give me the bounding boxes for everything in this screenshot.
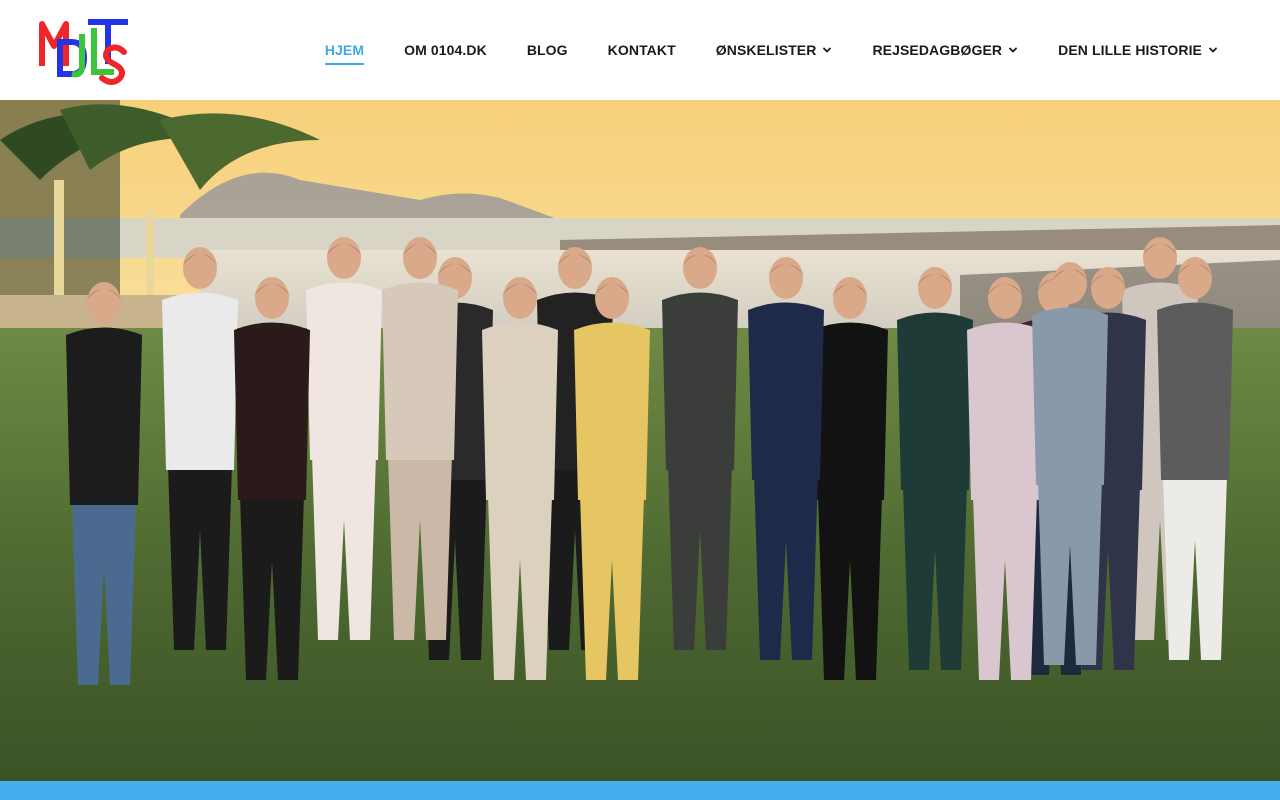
chevron-down-icon	[1208, 45, 1218, 55]
chevron-down-icon	[822, 45, 832, 55]
chevron-down-icon	[1008, 45, 1018, 55]
nav-item-blog[interactable]: BLOG	[527, 42, 568, 58]
bottom-accent-bar	[0, 781, 1280, 800]
hero-image	[0, 100, 1280, 781]
nav-item-kontakt[interactable]: KONTAKT	[608, 42, 676, 58]
nav-item-label: OM 0104.DK	[404, 42, 487, 58]
family-photo-image	[0, 100, 1280, 781]
nav-item-om-0104-dk[interactable]: OM 0104.DK	[404, 42, 487, 58]
nav-item-rejsedagbøger[interactable]: REJSEDAGBØGER	[872, 42, 1018, 58]
nav-item-label: REJSEDAGBØGER	[872, 42, 1003, 58]
nav-item-den-lille-historie[interactable]: DEN LILLE HISTORIE	[1058, 42, 1218, 58]
nav-item-label: KONTAKT	[607, 42, 676, 58]
nav-item-label: HJEM	[324, 42, 365, 58]
nav-item-label: BLOG	[526, 42, 568, 58]
site-header: HJEM OM 0104.DK BLOG KONTAKT ØNSKELISTER REJS…	[0, 0, 1280, 100]
nav-item-label: ØNSKELISTER	[715, 42, 817, 58]
nav-item-ønskelister[interactable]: ØNSKELISTER	[716, 42, 833, 58]
nav-item-label: DEN LILLE HISTORIE	[1058, 42, 1202, 58]
nav-item-hjem[interactable]: HJEM	[324, 42, 365, 65]
logo-mark-icon	[39, 19, 128, 85]
main-nav: HJEM OM 0104.DK BLOG KONTAKT ØNSKELISTER REJS…	[324, 0, 1280, 100]
site-logo[interactable]	[38, 14, 130, 86]
